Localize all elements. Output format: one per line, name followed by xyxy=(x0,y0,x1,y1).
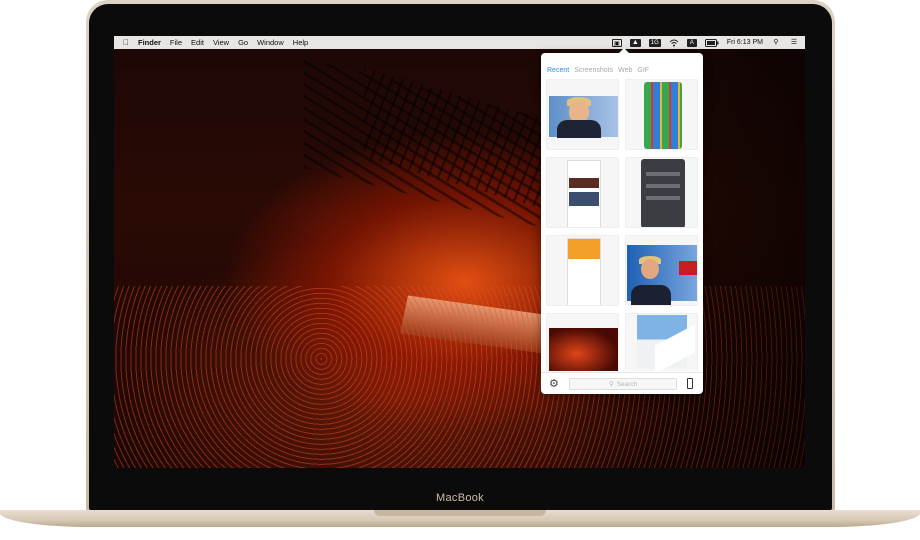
thumbnail-iphone-home-screen[interactable] xyxy=(625,79,698,150)
gear-icon[interactable]: ⚙ xyxy=(549,377,559,390)
macbook-mockup:  Finder File Edit View Go Window Help ▣… xyxy=(0,0,920,540)
thumbnail-web-page-layout[interactable] xyxy=(546,157,619,228)
gallery-popover: Recent Screenshots Web GIF ⚙ ⚲ Search xyxy=(541,48,703,394)
search-input[interactable]: ⚲ Search xyxy=(569,378,677,390)
thumbnail-image xyxy=(627,245,697,305)
menu-view[interactable]: View xyxy=(213,38,229,47)
thumbnail-image xyxy=(549,328,618,371)
thumbnail-trump-portrait[interactable] xyxy=(546,79,619,150)
battery-icon[interactable] xyxy=(704,38,719,47)
thumbnail-grid xyxy=(546,79,698,371)
status-area: ▣ ▲ 1G A Fri 6:13 PM ⚲ ☰ xyxy=(611,36,799,49)
thumbnail-image xyxy=(644,82,682,149)
menu-go[interactable]: Go xyxy=(238,38,248,47)
input-source-badge[interactable]: A xyxy=(686,38,697,47)
image-detail xyxy=(646,184,680,188)
news-logo xyxy=(679,261,697,275)
tab-screenshots[interactable]: Screenshots xyxy=(574,67,613,74)
image-detail xyxy=(646,196,680,200)
popover-tabs: Recent Screenshots Web GIF xyxy=(547,67,649,74)
notification-center-icon[interactable]: ☰ xyxy=(789,39,799,47)
thumbnail-fox-news-trump[interactable] xyxy=(625,235,698,306)
apple-logo-icon[interactable]:  xyxy=(123,38,129,47)
thumbnail-image xyxy=(641,159,685,227)
image-detail xyxy=(569,178,599,188)
thumbnail-concert-crowd[interactable] xyxy=(546,313,619,371)
image-detail xyxy=(641,259,659,279)
badge-1g[interactable]: 1G xyxy=(648,38,661,47)
thumbnail-white-architecture[interactable] xyxy=(625,313,698,371)
popover-footer: ⚙ ⚲ Search xyxy=(541,372,703,394)
tab-recent[interactable]: Recent xyxy=(547,67,569,74)
search-icon: ⚲ xyxy=(608,381,614,388)
menu-help[interactable]: Help xyxy=(293,38,308,47)
device-brand-label: MacBook xyxy=(436,492,484,504)
menu-file[interactable]: File xyxy=(170,38,182,47)
menu-window[interactable]: Window xyxy=(257,38,284,47)
image-detail xyxy=(646,172,680,176)
menu-edit[interactable]: Edit xyxy=(191,38,204,47)
tab-gif[interactable]: GIF xyxy=(637,67,649,74)
image-detail xyxy=(631,285,671,305)
menu-app-name[interactable]: Finder xyxy=(138,38,161,47)
tab-web[interactable]: Web xyxy=(618,67,632,74)
thumbnail-dark-settings-screen[interactable] xyxy=(625,157,698,228)
thumbnail-image xyxy=(567,238,601,305)
spotlight-search-icon[interactable]: ⚲ xyxy=(771,39,781,47)
image-detail xyxy=(557,120,601,138)
phone-icon[interactable] xyxy=(687,378,693,389)
screen-mirror-icon[interactable]: ▣ xyxy=(611,38,622,47)
laptop-notch xyxy=(374,510,546,516)
thumbnail-image xyxy=(549,96,618,138)
clock-label[interactable]: Fri 6:13 PM xyxy=(727,39,763,47)
image-detail xyxy=(569,100,589,122)
wifi-icon[interactable] xyxy=(669,39,679,47)
image-detail xyxy=(655,324,695,371)
image-detail xyxy=(569,192,599,206)
thumbnail-orange-ui-screens[interactable] xyxy=(546,235,619,306)
menu-bar:  Finder File Edit View Go Window Help ▣… xyxy=(114,36,805,49)
image-gallery-icon[interactable]: ▲ xyxy=(629,38,641,47)
thumbnail-image xyxy=(637,315,695,371)
search-placeholder: Search xyxy=(616,380,638,388)
